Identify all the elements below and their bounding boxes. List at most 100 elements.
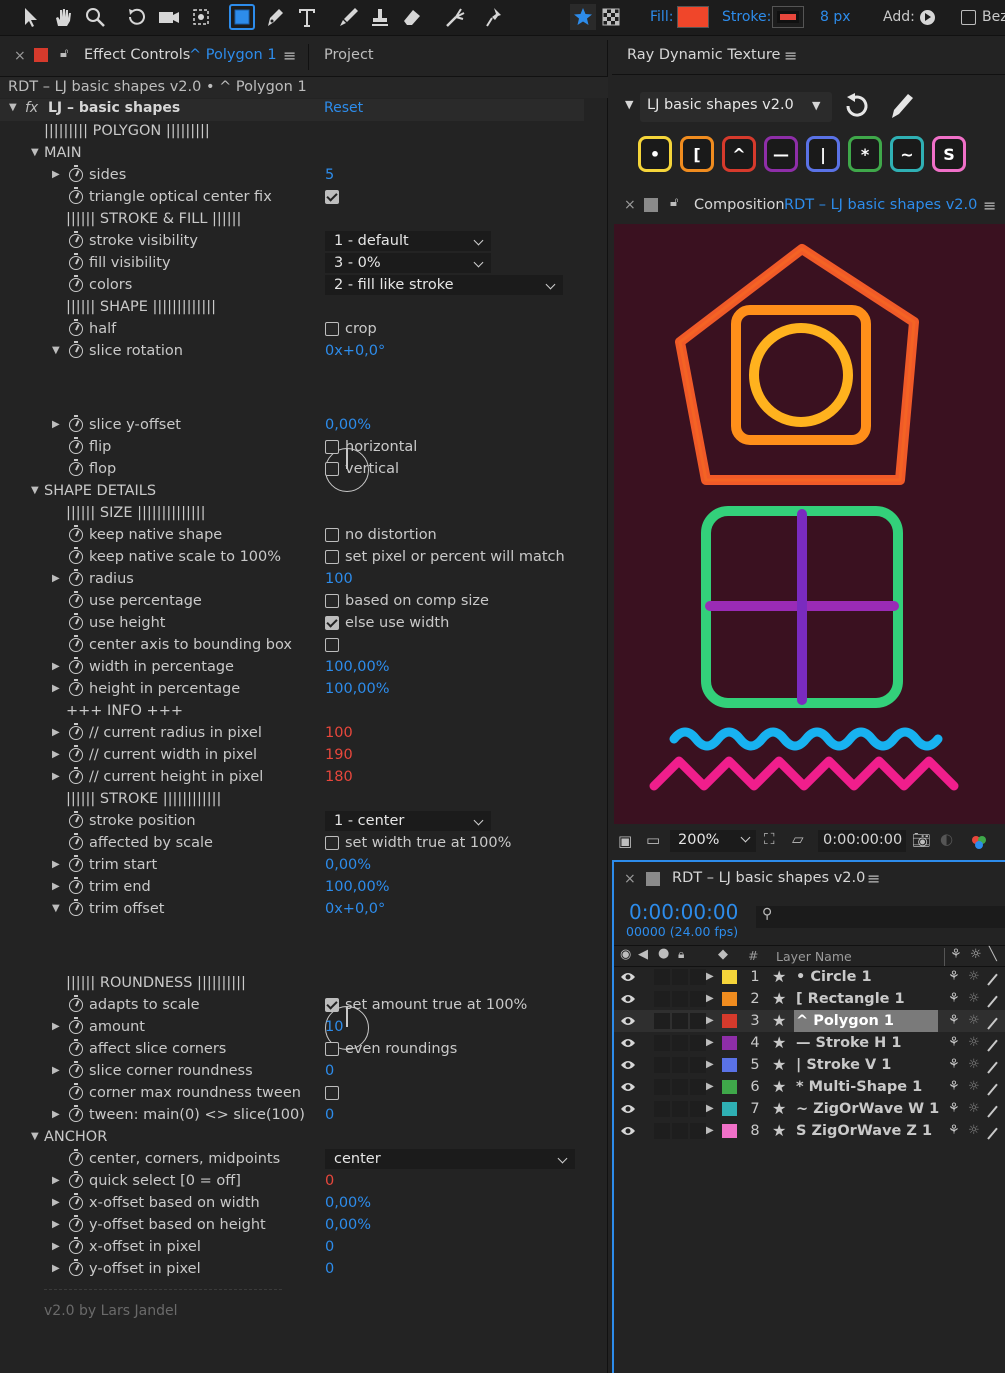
stopwatch-icon[interactable]	[69, 1215, 83, 1232]
label-color[interactable]	[722, 1036, 737, 1050]
collapse-switch-icon[interactable]: ☼	[968, 966, 980, 988]
property-row[interactable]: corner max roundness tween	[0, 1082, 600, 1104]
stopwatch-icon[interactable]	[69, 459, 83, 476]
lock-toggle[interactable]	[690, 1123, 706, 1139]
expand-arrow-icon[interactable]: ▶	[52, 678, 60, 700]
stopwatch-icon[interactable]	[69, 899, 83, 916]
property-value[interactable]: 100,00%	[325, 876, 390, 898]
layer-row[interactable]: ▶ 4 ★ — Stroke H 1 ⚘ ☼	[614, 1032, 1005, 1054]
timecode-field[interactable]: 0:00:00:00	[818, 830, 906, 852]
property-row[interactable]: ▶ // current height in pixel 180	[0, 766, 600, 788]
shy-switch-icon[interactable]: ⚘	[948, 988, 960, 1010]
snapshot-icon[interactable]: ▣	[618, 832, 632, 850]
bezier-checkbox[interactable]	[961, 10, 976, 25]
shy-switch-icon[interactable]: ⚘	[948, 966, 960, 988]
star-fill-icon[interactable]	[570, 4, 596, 30]
stopwatch-icon[interactable]	[69, 1083, 83, 1100]
property-checkbox[interactable]	[325, 440, 339, 454]
solo-toggle[interactable]	[672, 991, 688, 1007]
expand-arrow-icon[interactable]: ▶	[52, 568, 60, 590]
expand-arrow-icon[interactable]: ▶	[52, 164, 60, 186]
panel-menu-icon[interactable]: ≡	[867, 869, 880, 888]
stopwatch-icon[interactable]	[69, 1039, 83, 1056]
stopwatch-icon[interactable]	[69, 767, 83, 784]
close-icon[interactable]: ×	[14, 48, 26, 64]
show-snapshot-icon[interactable]: ◐	[940, 830, 953, 848]
type-tool-icon[interactable]	[294, 4, 320, 30]
property-value[interactable]: 0	[325, 1258, 334, 1280]
property-row[interactable]: ▶ slice y-offset 0,00%	[0, 414, 600, 436]
layer-name[interactable]: [ Rectangle 1	[796, 988, 905, 1010]
property-row[interactable]: ▶ slice corner roundness 0	[0, 1060, 600, 1082]
quality-switch-icon[interactable]	[987, 1127, 998, 1140]
fill-swatch[interactable]	[677, 6, 709, 28]
property-value[interactable]: 180	[325, 766, 353, 788]
property-row[interactable]: ▶ sides 5	[0, 164, 600, 186]
property-row[interactable]: adapts to scale set amount true at 100%	[0, 994, 600, 1016]
stopwatch-icon[interactable]	[69, 165, 83, 182]
property-row[interactable]: keep native shape no distortion	[0, 524, 600, 546]
refresh-icon[interactable]	[842, 92, 872, 122]
effect-header-row[interactable]: ▼ fx LJ – basic shapes Reset	[0, 99, 584, 121]
rotate-tool-icon[interactable]	[124, 4, 150, 30]
property-row[interactable]: flip horizontal	[0, 436, 600, 458]
preset-dropdown[interactable]: LJ basic shapes v2.0 ▼	[640, 92, 832, 122]
collapse-switch-icon[interactable]: ☼	[968, 1098, 980, 1120]
property-value[interactable]: 0,00%	[325, 1192, 371, 1214]
quality-switch-icon[interactable]	[987, 973, 998, 986]
quality-switch-icon[interactable]	[987, 1039, 998, 1052]
audio-toggle[interactable]	[654, 1123, 670, 1139]
label-column-icon[interactable]: ◆	[718, 947, 728, 962]
stopwatch-icon[interactable]	[69, 877, 83, 894]
audio-toggle[interactable]	[654, 1013, 670, 1029]
property-row[interactable]: ▼ slice rotation 0x+0,0°	[0, 340, 600, 362]
layer-name[interactable]: * Multi-Shape 1	[796, 1076, 922, 1098]
panel-menu-icon[interactable]: ≡	[283, 46, 296, 65]
property-row[interactable]: ▶ tween: main(0) <> slice(100) 0	[0, 1104, 600, 1126]
stopwatch-icon[interactable]	[69, 547, 83, 564]
expand-arrow-icon[interactable]: ▶	[52, 656, 60, 678]
solo-toggle[interactable]	[672, 1035, 688, 1051]
expand-arrow-icon[interactable]: ▶	[52, 414, 60, 436]
shy-switch-icon[interactable]: ⚘	[948, 1120, 960, 1142]
property-row[interactable]: ▶ // current radius in pixel 100	[0, 722, 600, 744]
zoom-dropdown[interactable]: 200%	[670, 830, 756, 852]
lock-toggle[interactable]	[690, 1101, 706, 1117]
property-group[interactable]: ▼ SHAPE DETAILS	[0, 480, 600, 502]
pen-tool-icon[interactable]	[262, 4, 288, 30]
expand-arrow-icon[interactable]: ▶	[706, 1076, 714, 1098]
add-menu-icon[interactable]	[920, 10, 935, 25]
lock-toggle[interactable]	[690, 1013, 706, 1029]
pan-behind-tool-icon[interactable]	[188, 4, 214, 30]
property-row[interactable]: stroke visibility 1 - default	[0, 230, 600, 252]
property-dropdown[interactable]: 1 - center	[325, 811, 491, 831]
expand-arrow-icon[interactable]: ▶	[52, 1258, 60, 1280]
solo-toggle[interactable]	[672, 1079, 688, 1095]
property-row[interactable]: keep native scale to 100% set pixel or pe…	[0, 546, 600, 568]
property-group[interactable]: ▼ ANCHOR	[0, 1126, 600, 1148]
fx-icon[interactable]: fx	[25, 100, 38, 116]
expand-arrow-icon[interactable]: ▶	[706, 1010, 714, 1032]
stopwatch-icon[interactable]	[69, 1193, 83, 1210]
stopwatch-icon[interactable]	[69, 1171, 83, 1188]
expand-arrow-icon[interactable]: ▶	[52, 1170, 60, 1192]
property-checkbox[interactable]	[325, 322, 339, 336]
lock-toggle[interactable]	[690, 1079, 706, 1095]
quality-switch-icon[interactable]	[987, 1017, 998, 1030]
property-value[interactable]: 0,00%	[325, 414, 371, 436]
property-row[interactable]: triangle optical center fix	[0, 186, 600, 208]
layer-name[interactable]: S ZigOrWave Z 1	[796, 1120, 932, 1142]
property-value[interactable]: 0	[325, 1236, 334, 1258]
stopwatch-icon[interactable]	[69, 1105, 83, 1122]
collapse-switch-icon[interactable]: ☼	[968, 1076, 980, 1098]
expand-arrow-icon[interactable]: ▶	[52, 854, 60, 876]
expand-arrow-icon[interactable]: ▶	[706, 1032, 714, 1054]
property-row[interactable]: stroke position 1 - center	[0, 810, 600, 832]
property-dropdown[interactable]: center	[325, 1149, 575, 1169]
quality-switch-icon[interactable]	[987, 1105, 998, 1118]
property-row[interactable]: ▶ width in percentage 100,00%	[0, 656, 600, 678]
property-dropdown[interactable]: 1 - default	[325, 231, 491, 251]
property-value[interactable]: 100,00%	[325, 656, 390, 678]
property-row[interactable]: ▶ trim end 100,00%	[0, 876, 600, 898]
stopwatch-icon[interactable]	[69, 319, 83, 336]
